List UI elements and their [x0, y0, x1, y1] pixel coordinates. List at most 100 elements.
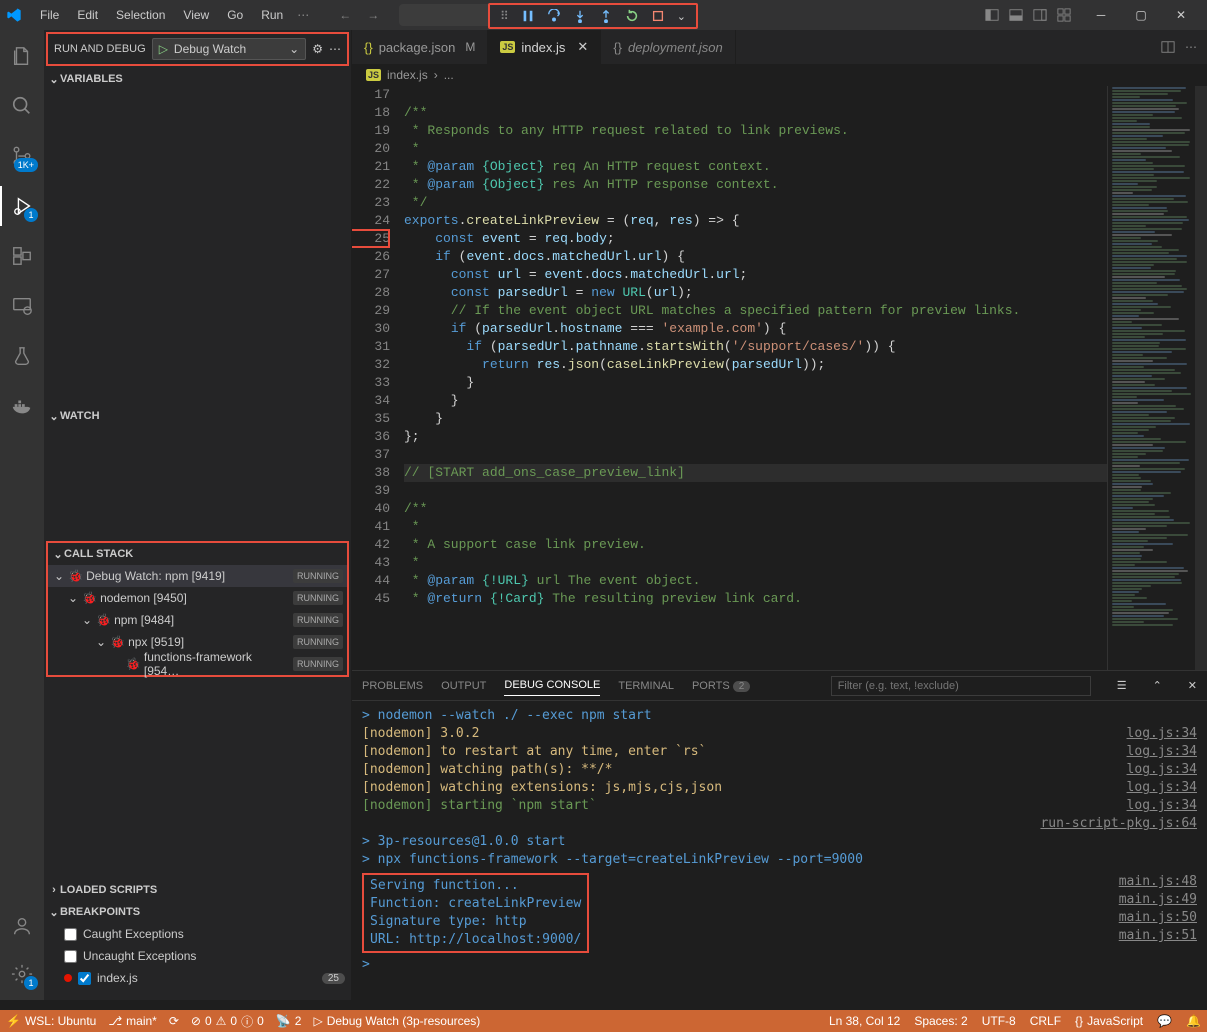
console-source-link[interactable]: log.js:34 [1127, 725, 1197, 743]
editor-area: {}package.jsonMJSindex.js✕{}deployment.j… [352, 30, 1207, 1000]
js-file-icon: JS [366, 69, 381, 81]
split-editor-icon[interactable] [1161, 40, 1175, 54]
editor-more-icon[interactable]: ⋯ [1185, 40, 1197, 54]
menu-overflow-icon[interactable]: ⋯ [297, 8, 309, 22]
source-control-icon[interactable]: 1K+ [0, 136, 44, 176]
nav-forward-icon[interactable]: → [367, 8, 379, 22]
restart-icon[interactable] [625, 9, 639, 23]
close-tab-icon[interactable]: ✕ [577, 39, 588, 55]
encoding-status[interactable]: UTF-8 [982, 1014, 1016, 1028]
window-minimize-icon[interactable]: ─ [1081, 0, 1121, 30]
watch-section-header[interactable]: ⌄WATCH [44, 405, 351, 427]
more-actions-icon[interactable]: ⋯ [329, 42, 341, 56]
step-out-icon[interactable] [599, 9, 613, 23]
editor-tab-deployment.json[interactable]: {}deployment.json [601, 30, 735, 64]
debug-console-input[interactable]: > [362, 956, 1197, 974]
variables-section-header[interactable]: ⌄VARIABLES [44, 68, 351, 90]
layout-sidebar-left-icon[interactable] [985, 8, 999, 22]
uncaught-exceptions-checkbox[interactable]: Uncaught Exceptions [44, 945, 351, 967]
problems-tab[interactable]: PROBLEMS [362, 676, 423, 696]
callstack-section-header[interactable]: ⌄CALL STACK [48, 543, 347, 565]
callstack-item[interactable]: ⌄🐞nodemon [9450]RUNNING [48, 587, 347, 609]
console-source-link[interactable]: main.js:50 [1119, 909, 1197, 927]
callstack-item[interactable]: ⌄🐞npm [9484]RUNNING [48, 609, 347, 631]
git-branch[interactable]: ⎇ main* [108, 1014, 157, 1028]
caught-exceptions-checkbox[interactable]: Caught Exceptions [44, 923, 351, 945]
problems-status[interactable]: ⊘ 0 ⚠ 0 ⓘ 0 [191, 1013, 264, 1030]
panel-close-icon[interactable]: ✕ [1188, 679, 1197, 692]
minimap[interactable] [1107, 86, 1207, 670]
eol-status[interactable]: CRLF [1030, 1014, 1061, 1028]
remote-explorer-icon[interactable] [0, 286, 44, 326]
step-into-icon[interactable] [573, 9, 587, 23]
explorer-icon[interactable] [0, 36, 44, 76]
breakpoint-file-item[interactable]: index.js25 [44, 967, 351, 989]
menu-view[interactable]: View [175, 4, 217, 26]
layout-panel-icon[interactable] [1009, 8, 1023, 22]
run-debug-icon[interactable]: 1 [0, 186, 44, 226]
debug-toolbar: ⠿ ⌄ [488, 3, 698, 29]
console-source-link[interactable]: run-script-pkg.js:64 [1040, 815, 1197, 833]
callstack-item[interactable]: 🐞functions-framework [954…RUNNING [48, 653, 347, 675]
debug-status[interactable]: ▷ Debug Watch (3p-resources) [313, 1014, 480, 1028]
step-over-icon[interactable] [547, 9, 561, 23]
pause-icon[interactable] [521, 9, 535, 23]
extensions-icon[interactable] [0, 236, 44, 276]
menu-edit[interactable]: Edit [69, 4, 106, 26]
console-source-link[interactable]: main.js:48 [1119, 873, 1197, 891]
console-source-link[interactable]: log.js:34 [1127, 779, 1197, 797]
remote-indicator[interactable]: ⚡ WSL: Ubuntu [6, 1014, 96, 1028]
notifications-icon[interactable]: 🔔 [1186, 1014, 1201, 1028]
bug-icon: 🐞 [96, 613, 110, 627]
nav-back-icon[interactable]: ← [339, 8, 351, 22]
console-source-link[interactable]: main.js:49 [1119, 891, 1197, 909]
menu-selection[interactable]: Selection [108, 4, 173, 26]
loaded-scripts-header[interactable]: ›LOADED SCRIPTS [44, 879, 351, 901]
layout-customize-icon[interactable] [1057, 8, 1071, 22]
layout-sidebar-right-icon[interactable] [1033, 8, 1047, 22]
console-source-link[interactable]: log.js:34 [1127, 797, 1197, 815]
code-content[interactable]: /** * Responds to any HTTP request relat… [404, 86, 1107, 670]
window-close-icon[interactable]: ✕ [1161, 0, 1201, 30]
sync-icon[interactable]: ⟳ [169, 1014, 179, 1028]
line-gutter[interactable]: 1718192021222324252627282930313233343536… [352, 86, 404, 670]
callstack-item[interactable]: ⌄🐞Debug Watch: npm [9419]RUNNING [48, 565, 347, 587]
window-maximize-icon[interactable]: ▢ [1121, 0, 1161, 30]
menu-run[interactable]: Run [253, 4, 291, 26]
indent-status[interactable]: Spaces: 2 [914, 1014, 967, 1028]
terminal-tab[interactable]: TERMINAL [618, 676, 674, 696]
output-tab[interactable]: OUTPUT [441, 676, 486, 696]
menu-file[interactable]: File [32, 4, 67, 26]
configure-gear-icon[interactable]: ⚙ [312, 42, 323, 56]
language-mode[interactable]: {} JavaScript [1075, 1014, 1143, 1028]
filter-icon[interactable]: ☰ [1117, 679, 1127, 692]
breadcrumb[interactable]: JS index.js›... [352, 64, 1207, 86]
console-filter-input[interactable] [831, 676, 1091, 696]
panel-maximize-icon[interactable]: ⌃ [1153, 679, 1162, 692]
search-icon[interactable] [0, 86, 44, 126]
run-debug-header: RUN AND DEBUG ▷ Debug Watch ⌄ ⚙ ⋯ [46, 32, 349, 66]
console-source-link[interactable]: log.js:34 [1127, 743, 1197, 761]
stop-icon[interactable] [651, 9, 665, 23]
menu-go[interactable]: Go [219, 4, 251, 26]
start-debug-icon[interactable]: ▷ [159, 42, 168, 56]
ports-tab[interactable]: PORTS 2 [692, 676, 750, 696]
settings-gear-icon[interactable]: 1 [0, 954, 44, 994]
launch-config-dropdown[interactable]: ▷ Debug Watch ⌄ [152, 38, 307, 60]
cursor-position[interactable]: Ln 38, Col 12 [829, 1014, 900, 1028]
console-source-link[interactable]: main.js:51 [1119, 927, 1197, 945]
chevron-down-icon[interactable]: ⌄ [677, 10, 686, 23]
breakpoints-header[interactable]: ⌄BREAKPOINTS [44, 901, 351, 923]
debug-console-body[interactable]: > nodemon --watch ./ --exec npm start[no… [352, 701, 1207, 1000]
ports-status[interactable]: 📡 2 [276, 1014, 302, 1028]
feedback-icon[interactable]: 💬 [1157, 1014, 1172, 1028]
editor-tab-package.json[interactable]: {}package.jsonM [352, 30, 488, 64]
docker-icon[interactable] [0, 386, 44, 426]
console-source-link[interactable]: log.js:34 [1127, 761, 1197, 779]
scrollbar[interactable] [1195, 86, 1207, 670]
drag-handle-icon[interactable]: ⠿ [500, 9, 509, 23]
testing-icon[interactable] [0, 336, 44, 376]
editor-tab-index.js[interactable]: JSindex.js✕ [488, 30, 601, 64]
debug-console-tab[interactable]: DEBUG CONSOLE [504, 675, 600, 696]
accounts-icon[interactable] [0, 906, 44, 946]
